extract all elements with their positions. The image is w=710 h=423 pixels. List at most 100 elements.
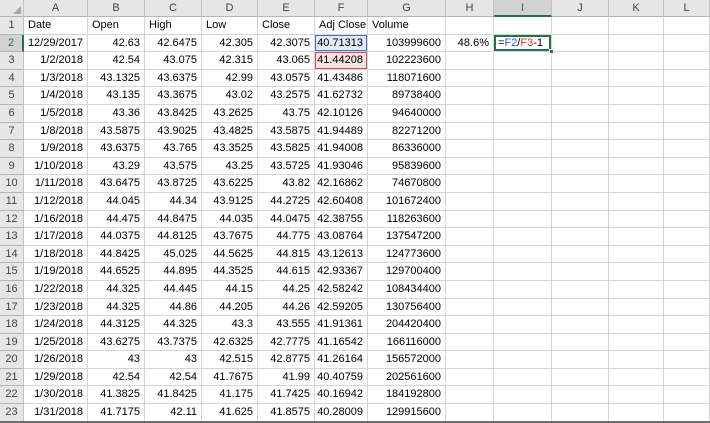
row-header-9[interactable]: 9 bbox=[0, 157, 24, 176]
row-header-8[interactable]: 8 bbox=[0, 140, 24, 158]
cell-H4[interactable] bbox=[446, 69, 494, 88]
cell-D4[interactable]: 42.99 bbox=[202, 69, 258, 88]
cell-D11[interactable]: 43.9125 bbox=[202, 192, 258, 211]
cell-D5[interactable]: 43.02 bbox=[202, 87, 258, 105]
cell-B14[interactable]: 44.8425 bbox=[88, 245, 145, 264]
cell-L14[interactable] bbox=[664, 245, 710, 264]
cell-E19[interactable]: 42.7775 bbox=[258, 333, 315, 352]
cell-J15[interactable] bbox=[552, 263, 609, 281]
row-header-13[interactable]: 13 bbox=[0, 228, 24, 246]
cell-F5[interactable]: 41.62732 bbox=[315, 87, 368, 105]
cell-B22[interactable]: 41.3825 bbox=[88, 386, 145, 405]
cell-F2[interactable]: 40.71313 bbox=[315, 34, 368, 53]
cell-G3[interactable]: 102223600 bbox=[368, 52, 446, 70]
cell-A5[interactable]: 1/4/2018 bbox=[24, 87, 88, 105]
cell-J13[interactable] bbox=[552, 228, 609, 246]
row-header-16[interactable]: 16 bbox=[0, 280, 24, 299]
cell-B7[interactable]: 43.5875 bbox=[88, 122, 145, 141]
cell-D12[interactable]: 44.035 bbox=[202, 210, 258, 229]
cell-H21[interactable] bbox=[446, 368, 494, 387]
cell-J17[interactable] bbox=[552, 298, 609, 317]
cell-A2[interactable]: 12/29/2017 bbox=[24, 34, 88, 53]
cell-A22[interactable]: 1/30/2018 bbox=[24, 386, 88, 405]
cell-G17[interactable]: 130756400 bbox=[368, 298, 446, 317]
cell-C13[interactable]: 44.8125 bbox=[145, 228, 202, 246]
cell-A19[interactable]: 1/25/2018 bbox=[24, 333, 88, 352]
cell-G11[interactable]: 101672400 bbox=[368, 192, 446, 211]
cell-I20[interactable] bbox=[494, 351, 552, 369]
cell-E22[interactable]: 41.7425 bbox=[258, 386, 315, 405]
cell-F23[interactable]: 40.28009 bbox=[315, 404, 368, 421]
cell-J12[interactable] bbox=[552, 210, 609, 229]
cell-K5[interactable] bbox=[609, 87, 664, 105]
cell-J21[interactable] bbox=[552, 368, 609, 387]
cell-K4[interactable] bbox=[609, 69, 664, 88]
cell-K10[interactable] bbox=[609, 175, 664, 193]
cell-K13[interactable] bbox=[609, 228, 664, 246]
cell-I18[interactable] bbox=[494, 316, 552, 334]
cell-A16[interactable]: 1/22/2018 bbox=[24, 280, 88, 299]
cell-H2[interactable]: 48.6% bbox=[446, 34, 494, 53]
cell-K7[interactable] bbox=[609, 122, 664, 141]
cell-F7[interactable]: 41.94489 bbox=[315, 122, 368, 141]
cell-B11[interactable]: 44.045 bbox=[88, 192, 145, 211]
cell-B17[interactable]: 44.325 bbox=[88, 298, 145, 317]
cell-J3[interactable] bbox=[552, 52, 609, 70]
cell-E10[interactable]: 43.82 bbox=[258, 175, 315, 193]
cell-C23[interactable]: 42.11 bbox=[145, 404, 202, 421]
cell-J18[interactable] bbox=[552, 316, 609, 334]
cell-G4[interactable]: 118071600 bbox=[368, 69, 446, 88]
cell-G16[interactable]: 108434400 bbox=[368, 280, 446, 299]
cell-J7[interactable] bbox=[552, 122, 609, 141]
cell-A3[interactable]: 1/2/2018 bbox=[24, 52, 88, 70]
cell-A1[interactable]: Date bbox=[24, 17, 88, 35]
cell-H23[interactable] bbox=[446, 404, 494, 421]
cell-I14[interactable] bbox=[494, 245, 552, 264]
cell-K18[interactable] bbox=[609, 316, 664, 334]
cell-L11[interactable] bbox=[664, 192, 710, 211]
cell-K19[interactable] bbox=[609, 333, 664, 352]
cell-E13[interactable]: 44.775 bbox=[258, 228, 315, 246]
cell-E11[interactable]: 44.2725 bbox=[258, 192, 315, 211]
row-header-22[interactable]: 22 bbox=[0, 386, 24, 405]
cell-L21[interactable] bbox=[664, 368, 710, 387]
cell-A10[interactable]: 1/11/2018 bbox=[24, 175, 88, 193]
cell-C18[interactable]: 44.325 bbox=[145, 316, 202, 334]
row-header-6[interactable]: 6 bbox=[0, 104, 24, 123]
cell-C17[interactable]: 44.86 bbox=[145, 298, 202, 317]
cell-E12[interactable]: 44.0475 bbox=[258, 210, 315, 229]
col-header-H[interactable]: H bbox=[446, 0, 494, 17]
cell-H13[interactable] bbox=[446, 228, 494, 246]
cell-F3[interactable]: 41.44208 bbox=[315, 52, 368, 70]
cell-F16[interactable]: 42.58242 bbox=[315, 280, 368, 299]
cell-G23[interactable]: 129915600 bbox=[368, 404, 446, 421]
cell-K9[interactable] bbox=[609, 157, 664, 176]
cell-F6[interactable]: 42.10126 bbox=[315, 104, 368, 123]
cell-F21[interactable]: 40.40759 bbox=[315, 368, 368, 387]
cell-F12[interactable]: 42.38755 bbox=[315, 210, 368, 229]
cell-I9[interactable] bbox=[494, 157, 552, 176]
cell-L17[interactable] bbox=[664, 298, 710, 317]
cell-A21[interactable]: 1/29/2018 bbox=[24, 368, 88, 387]
cell-D3[interactable]: 42.315 bbox=[202, 52, 258, 70]
cell-D19[interactable]: 42.6325 bbox=[202, 333, 258, 352]
cell-K3[interactable] bbox=[609, 52, 664, 70]
cell-C12[interactable]: 44.8475 bbox=[145, 210, 202, 229]
cell-L15[interactable] bbox=[664, 263, 710, 281]
cell-D18[interactable]: 43.3 bbox=[202, 316, 258, 334]
cell-J14[interactable] bbox=[552, 245, 609, 264]
cell-F4[interactable]: 41.43486 bbox=[315, 69, 368, 88]
cell-L9[interactable] bbox=[664, 157, 710, 176]
cell-I10[interactable] bbox=[494, 175, 552, 193]
cell-D17[interactable]: 44.205 bbox=[202, 298, 258, 317]
cell-K16[interactable] bbox=[609, 280, 664, 299]
cell-J20[interactable] bbox=[552, 351, 609, 369]
cell-K12[interactable] bbox=[609, 210, 664, 229]
cell-A23[interactable]: 1/31/2018 bbox=[24, 404, 88, 421]
cell-I22[interactable] bbox=[494, 386, 552, 405]
cell-H9[interactable] bbox=[446, 157, 494, 176]
cell-E14[interactable]: 44.815 bbox=[258, 245, 315, 264]
cell-D21[interactable]: 41.7675 bbox=[202, 368, 258, 387]
cell-E8[interactable]: 43.5825 bbox=[258, 140, 315, 158]
cell-C9[interactable]: 43.575 bbox=[145, 157, 202, 176]
